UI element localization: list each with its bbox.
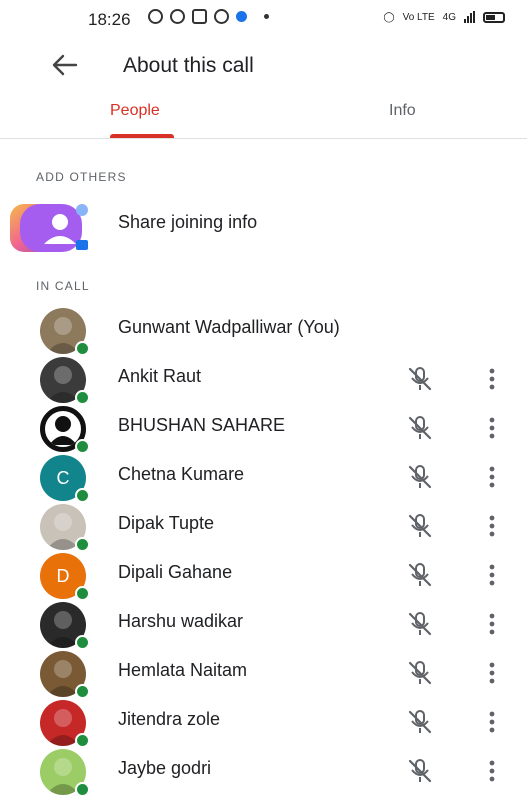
participant-row[interactable]: Jaybe godri (0, 746, 527, 797)
more-notifications-icon (264, 14, 269, 19)
participant-row[interactable]: Jitendra zole (0, 697, 527, 748)
more-options-icon[interactable] (481, 658, 503, 688)
participant-row[interactable]: Harshu wadikar (0, 599, 527, 650)
participant-row[interactable]: Gunwant Wadpalliwar (You) (0, 305, 527, 356)
more-options-icon[interactable] (481, 413, 503, 443)
mic-off-icon[interactable] (405, 364, 435, 394)
arrow-back-icon (52, 54, 78, 76)
participant-row[interactable]: C Chetna Kumare (0, 452, 527, 503)
notification-icon (148, 9, 163, 24)
participant-name: Dipak Tupte (118, 513, 215, 533)
system-icons: ◯ Vo LTE 4G (383, 11, 505, 23)
message-icon (192, 9, 207, 24)
headphones-icon: ◯ (383, 11, 395, 23)
page-title: About this call (123, 54, 254, 77)
participant-name: BHUSHAN SAHARE (118, 415, 286, 435)
more-options-icon[interactable] (481, 609, 503, 639)
notification-icons (148, 9, 269, 24)
app-bar: About this call (0, 38, 527, 94)
tab-indicator (110, 134, 174, 138)
participant-name: Jitendra zole (118, 709, 221, 729)
participant-row[interactable]: BHUSHAN SAHARE (0, 403, 527, 454)
mic-off-icon[interactable] (405, 756, 435, 786)
app-icon (214, 9, 229, 24)
more-options-icon[interactable] (481, 707, 503, 737)
battery-icon (483, 11, 505, 23)
participant-row[interactable]: Hemlata Naitam (0, 648, 527, 699)
more-options-icon[interactable] (481, 511, 503, 541)
participant-row[interactable]: Ankit Raut (0, 354, 527, 405)
mic-off-icon[interactable] (405, 658, 435, 688)
participant-row[interactable]: D Dipali Gahane (0, 550, 527, 601)
status-bar: 18:26 ◯ Vo LTE 4G (0, 0, 527, 38)
section-header-add-others: ADD OTHERS (36, 170, 127, 184)
participant-row[interactable]: Dipak Tupte (0, 501, 527, 552)
share-link-icon (10, 204, 88, 252)
mic-off-icon[interactable] (405, 707, 435, 737)
volte-label: Vo LTE (402, 11, 435, 23)
participant-name: Dipali Gahane (118, 562, 233, 582)
avatar-initial: D (56, 565, 70, 586)
participant-name: Chetna Kumare (118, 464, 245, 484)
share-joining-info-label: Share joining info (118, 212, 258, 232)
mic-off-icon[interactable] (405, 511, 435, 541)
status-time: 18:26 (88, 10, 131, 29)
whatsapp-icon (170, 9, 185, 24)
more-options-icon[interactable] (481, 560, 503, 590)
mic-off-icon[interactable] (405, 462, 435, 492)
participant-name: Gunwant Wadpalliwar (You) (118, 317, 340, 337)
more-options-icon[interactable] (481, 364, 503, 394)
more-options-icon[interactable] (481, 462, 503, 492)
tab-info[interactable]: Info (389, 102, 416, 120)
signal-icon (464, 11, 475, 23)
section-header-in-call: IN CALL (36, 279, 90, 293)
data-label: 4G (442, 11, 456, 23)
more-options-icon[interactable] (481, 756, 503, 786)
participant-name: Harshu wadikar (118, 611, 244, 631)
share-joining-info-button[interactable]: Share joining info (0, 200, 527, 258)
mic-off-icon[interactable] (405, 609, 435, 639)
mic-off-icon[interactable] (405, 560, 435, 590)
tab-people[interactable]: People (110, 102, 160, 120)
participant-name: Ankit Raut (118, 366, 202, 386)
participant-name: Hemlata Naitam (118, 660, 248, 680)
online-status-badge (75, 782, 90, 797)
app-indicator-icon (236, 11, 247, 22)
avatar-initial: C (56, 467, 70, 488)
participant-name: Jaybe godri (118, 758, 212, 778)
back-button[interactable] (48, 50, 82, 80)
tab-bar: People Info (0, 94, 527, 139)
mic-off-icon[interactable] (405, 413, 435, 443)
